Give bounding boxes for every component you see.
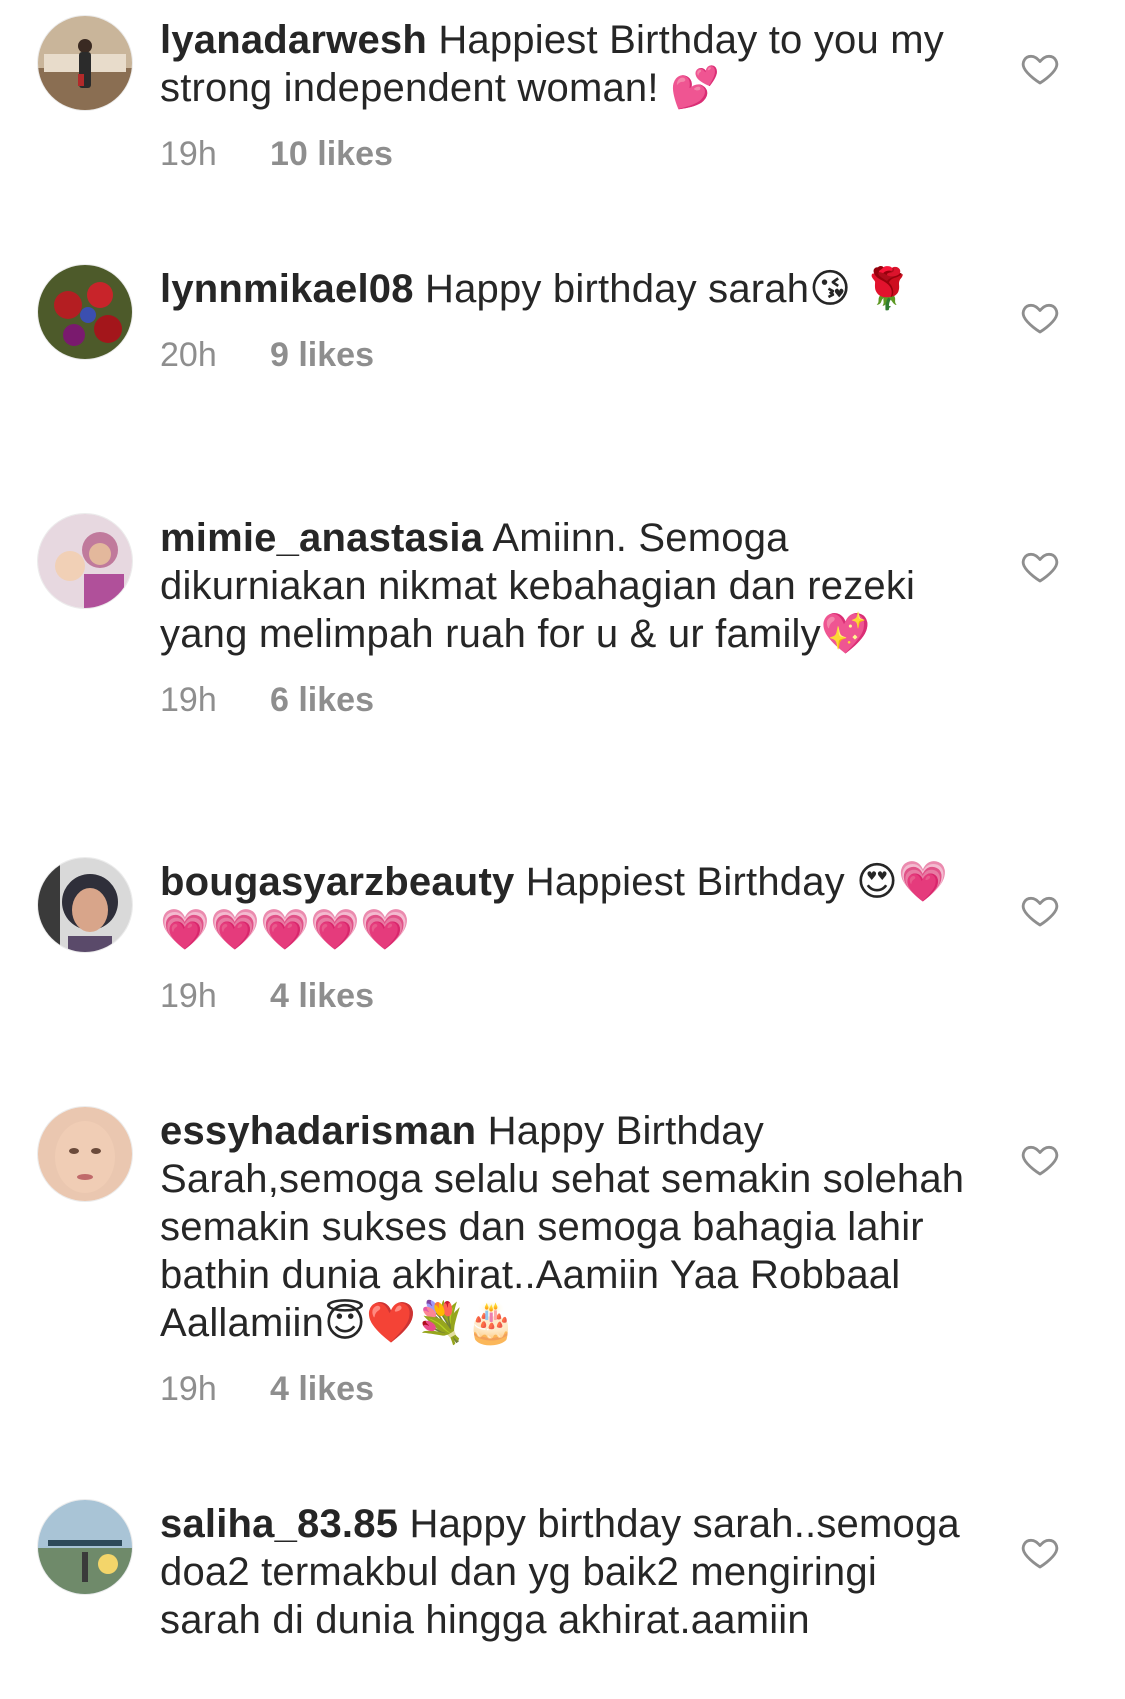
avatar[interactable] [38,1500,132,1594]
avatar[interactable] [38,265,132,359]
comment-likes-count[interactable]: 4 likes [270,977,374,1015]
comment-likes-count[interactable]: 4 likes [270,1370,374,1408]
comment-timestamp[interactable]: 19h [160,134,270,174]
like-heart-icon[interactable] [1020,297,1060,337]
avatar[interactable] [38,514,132,608]
avatar[interactable] [38,16,132,110]
comment-username[interactable]: bougasyarzbeauty [160,860,514,904]
avatar[interactable] [38,858,132,952]
comment-likes-count[interactable]: 9 likes [270,336,374,374]
comment-timestamp[interactable]: 19h [160,680,270,720]
like-heart-icon[interactable] [1020,1139,1060,1179]
comment-likes-count[interactable]: 6 likes [270,681,374,719]
avatar[interactable] [38,1107,132,1201]
comment-timestamp[interactable]: 19h [160,976,270,1016]
comment-likes-count[interactable]: 10 likes [270,135,393,173]
comment-timestamp[interactable]: 19h [160,1369,270,1409]
comment-username[interactable]: mimie_anastasia [160,516,483,560]
comment-username[interactable]: saliha_83.85 [160,1502,398,1546]
like-heart-icon[interactable] [1020,1532,1060,1572]
like-heart-icon[interactable] [1020,48,1060,88]
comment-username[interactable]: lynnmikael08 [160,267,414,311]
like-heart-icon[interactable] [1020,890,1060,930]
comment-text: Happy birthday sarah😘 🌹 [424,267,913,311]
comment-username[interactable]: lyanadarwesh [160,18,427,62]
comment-username[interactable]: essyhadarisman [160,1109,476,1153]
comment-timestamp[interactable]: 20h [160,335,270,375]
like-heart-icon[interactable] [1020,546,1060,586]
